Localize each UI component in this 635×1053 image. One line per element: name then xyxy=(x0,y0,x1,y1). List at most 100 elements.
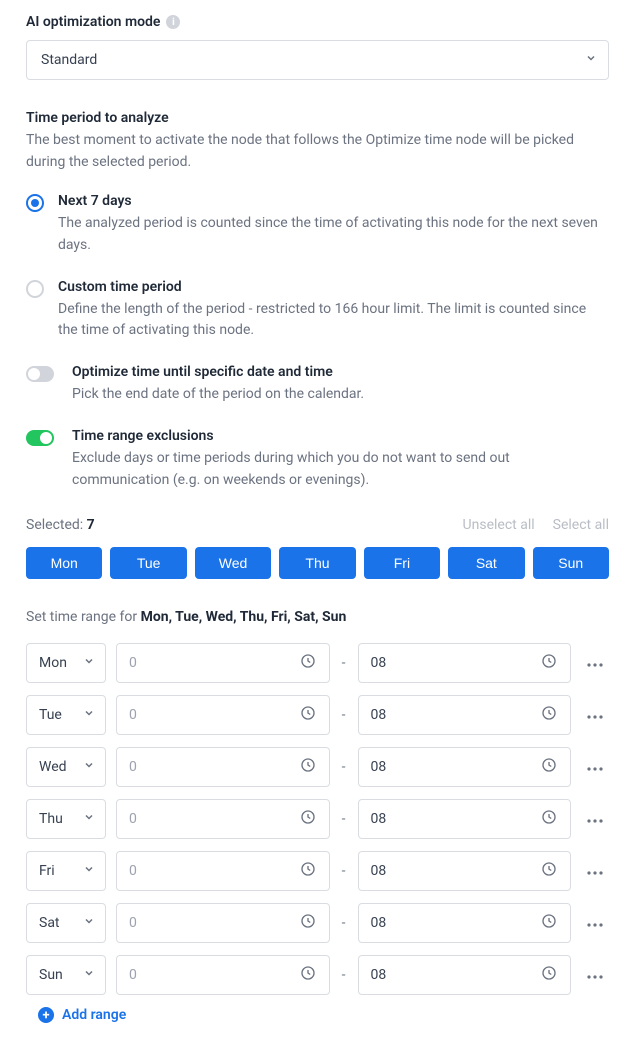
row-menu-button[interactable] xyxy=(581,753,609,781)
time-row: Fri 0 - 08 xyxy=(26,851,609,891)
ai-mode-select[interactable]: Standard xyxy=(26,40,609,80)
to-time-value: 08 xyxy=(371,915,387,931)
info-icon[interactable]: i xyxy=(166,15,180,29)
radio-label: Custom time period xyxy=(58,279,609,295)
dots-icon xyxy=(586,863,604,879)
from-time-input[interactable]: 0 xyxy=(116,851,330,891)
from-time-value: 0 xyxy=(129,863,137,879)
radio-label: Next 7 days xyxy=(58,193,609,209)
to-time-input[interactable]: 08 xyxy=(358,903,572,943)
time-row: Thu 0 - 08 xyxy=(26,799,609,839)
clock-icon xyxy=(540,860,558,882)
row-menu-button[interactable] xyxy=(581,649,609,677)
day-select[interactable]: Fri xyxy=(26,851,106,891)
time-period-desc: The best moment to activate the node tha… xyxy=(26,130,609,173)
dash: - xyxy=(340,759,348,775)
clock-icon xyxy=(299,860,317,882)
chevron-down-icon xyxy=(83,915,95,931)
day-select-value: Sat xyxy=(39,915,60,931)
radio-option-1[interactable] xyxy=(26,280,44,298)
day-select[interactable]: Sun xyxy=(26,955,106,995)
from-time-input[interactable]: 0 xyxy=(116,903,330,943)
plus-icon: + xyxy=(38,1007,54,1023)
to-time-value: 08 xyxy=(371,759,387,775)
optimize-until-toggle[interactable] xyxy=(26,366,54,382)
add-range-label: Add range xyxy=(62,1007,126,1023)
from-time-input[interactable]: 0 xyxy=(116,747,330,787)
day-button-tue[interactable]: Tue xyxy=(110,547,186,579)
chevron-down-icon xyxy=(83,811,95,827)
from-time-input[interactable]: 0 xyxy=(116,799,330,839)
dots-icon xyxy=(586,915,604,931)
from-time-value: 0 xyxy=(129,655,137,671)
to-time-input[interactable]: 08 xyxy=(358,643,572,683)
to-time-input[interactable]: 08 xyxy=(358,695,572,735)
from-time-input[interactable]: 0 xyxy=(116,643,330,683)
clock-icon xyxy=(540,964,558,986)
clock-icon xyxy=(540,808,558,830)
radio-option-0[interactable] xyxy=(26,194,44,212)
from-time-input[interactable]: 0 xyxy=(116,695,330,735)
day-button-thu[interactable]: Thu xyxy=(279,547,355,579)
dash: - xyxy=(340,967,348,983)
range-days: Mon, Tue, Wed, Thu, Fri, Sat, Sun xyxy=(141,609,347,625)
from-time-value: 0 xyxy=(129,707,137,723)
day-button-mon[interactable]: Mon xyxy=(26,547,102,579)
day-select[interactable]: Mon xyxy=(26,643,106,683)
day-button-sun[interactable]: Sun xyxy=(533,547,609,579)
day-select-value: Thu xyxy=(39,811,63,827)
add-range-button[interactable]: + Add range xyxy=(38,1007,609,1023)
day-button-fri[interactable]: Fri xyxy=(364,547,440,579)
dash: - xyxy=(340,655,348,671)
time-row: Wed 0 - 08 xyxy=(26,747,609,787)
day-select[interactable]: Sat xyxy=(26,903,106,943)
day-select-value: Tue xyxy=(39,707,62,723)
unselect-all-link[interactable]: Unselect all xyxy=(463,517,535,533)
row-menu-button[interactable] xyxy=(581,857,609,885)
to-time-value: 08 xyxy=(371,863,387,879)
row-menu-button[interactable] xyxy=(581,961,609,989)
time-row: Tue 0 - 08 xyxy=(26,695,609,735)
exclusions-label: Time range exclusions xyxy=(72,428,609,444)
from-time-value: 0 xyxy=(129,915,137,931)
day-select[interactable]: Thu xyxy=(26,799,106,839)
optimize-until-desc: Pick the end date of the period on the c… xyxy=(72,384,609,406)
to-time-value: 08 xyxy=(371,811,387,827)
day-button-wed[interactable]: Wed xyxy=(195,547,271,579)
dash: - xyxy=(340,863,348,879)
radio-desc: Define the length of the period - restri… xyxy=(58,299,609,342)
day-select[interactable]: Tue xyxy=(26,695,106,735)
time-period-title: Time period to analyze xyxy=(26,110,609,126)
selected-count: 7 xyxy=(87,517,95,533)
chevron-down-icon xyxy=(83,655,95,671)
to-time-input[interactable]: 08 xyxy=(358,799,572,839)
exclusions-desc: Exclude days or time periods during whic… xyxy=(72,448,609,491)
day-select[interactable]: Wed xyxy=(26,747,106,787)
row-menu-button[interactable] xyxy=(581,909,609,937)
clock-icon xyxy=(299,808,317,830)
dots-icon xyxy=(586,759,604,775)
ai-mode-label: AI optimization mode xyxy=(26,14,160,30)
to-time-value: 08 xyxy=(371,655,387,671)
select-all-link[interactable]: Select all xyxy=(553,517,609,533)
clock-icon xyxy=(299,756,317,778)
time-row: Sat 0 - 08 xyxy=(26,903,609,943)
to-time-input[interactable]: 08 xyxy=(358,851,572,891)
chevron-down-icon xyxy=(83,759,95,775)
to-time-input[interactable]: 08 xyxy=(358,747,572,787)
row-menu-button[interactable] xyxy=(581,805,609,833)
chevron-down-icon xyxy=(83,863,95,879)
exclusions-toggle[interactable] xyxy=(26,430,54,446)
radio-desc: The analyzed period is counted since the… xyxy=(58,213,609,256)
clock-icon xyxy=(540,704,558,726)
from-time-value: 0 xyxy=(129,811,137,827)
day-select-value: Wed xyxy=(39,759,67,775)
clock-icon xyxy=(540,756,558,778)
day-button-sat[interactable]: Sat xyxy=(448,547,524,579)
day-select-value: Fri xyxy=(39,863,55,879)
dots-icon xyxy=(586,967,604,983)
chevron-down-icon xyxy=(83,967,95,983)
from-time-input[interactable]: 0 xyxy=(116,955,330,995)
row-menu-button[interactable] xyxy=(581,701,609,729)
to-time-input[interactable]: 08 xyxy=(358,955,572,995)
